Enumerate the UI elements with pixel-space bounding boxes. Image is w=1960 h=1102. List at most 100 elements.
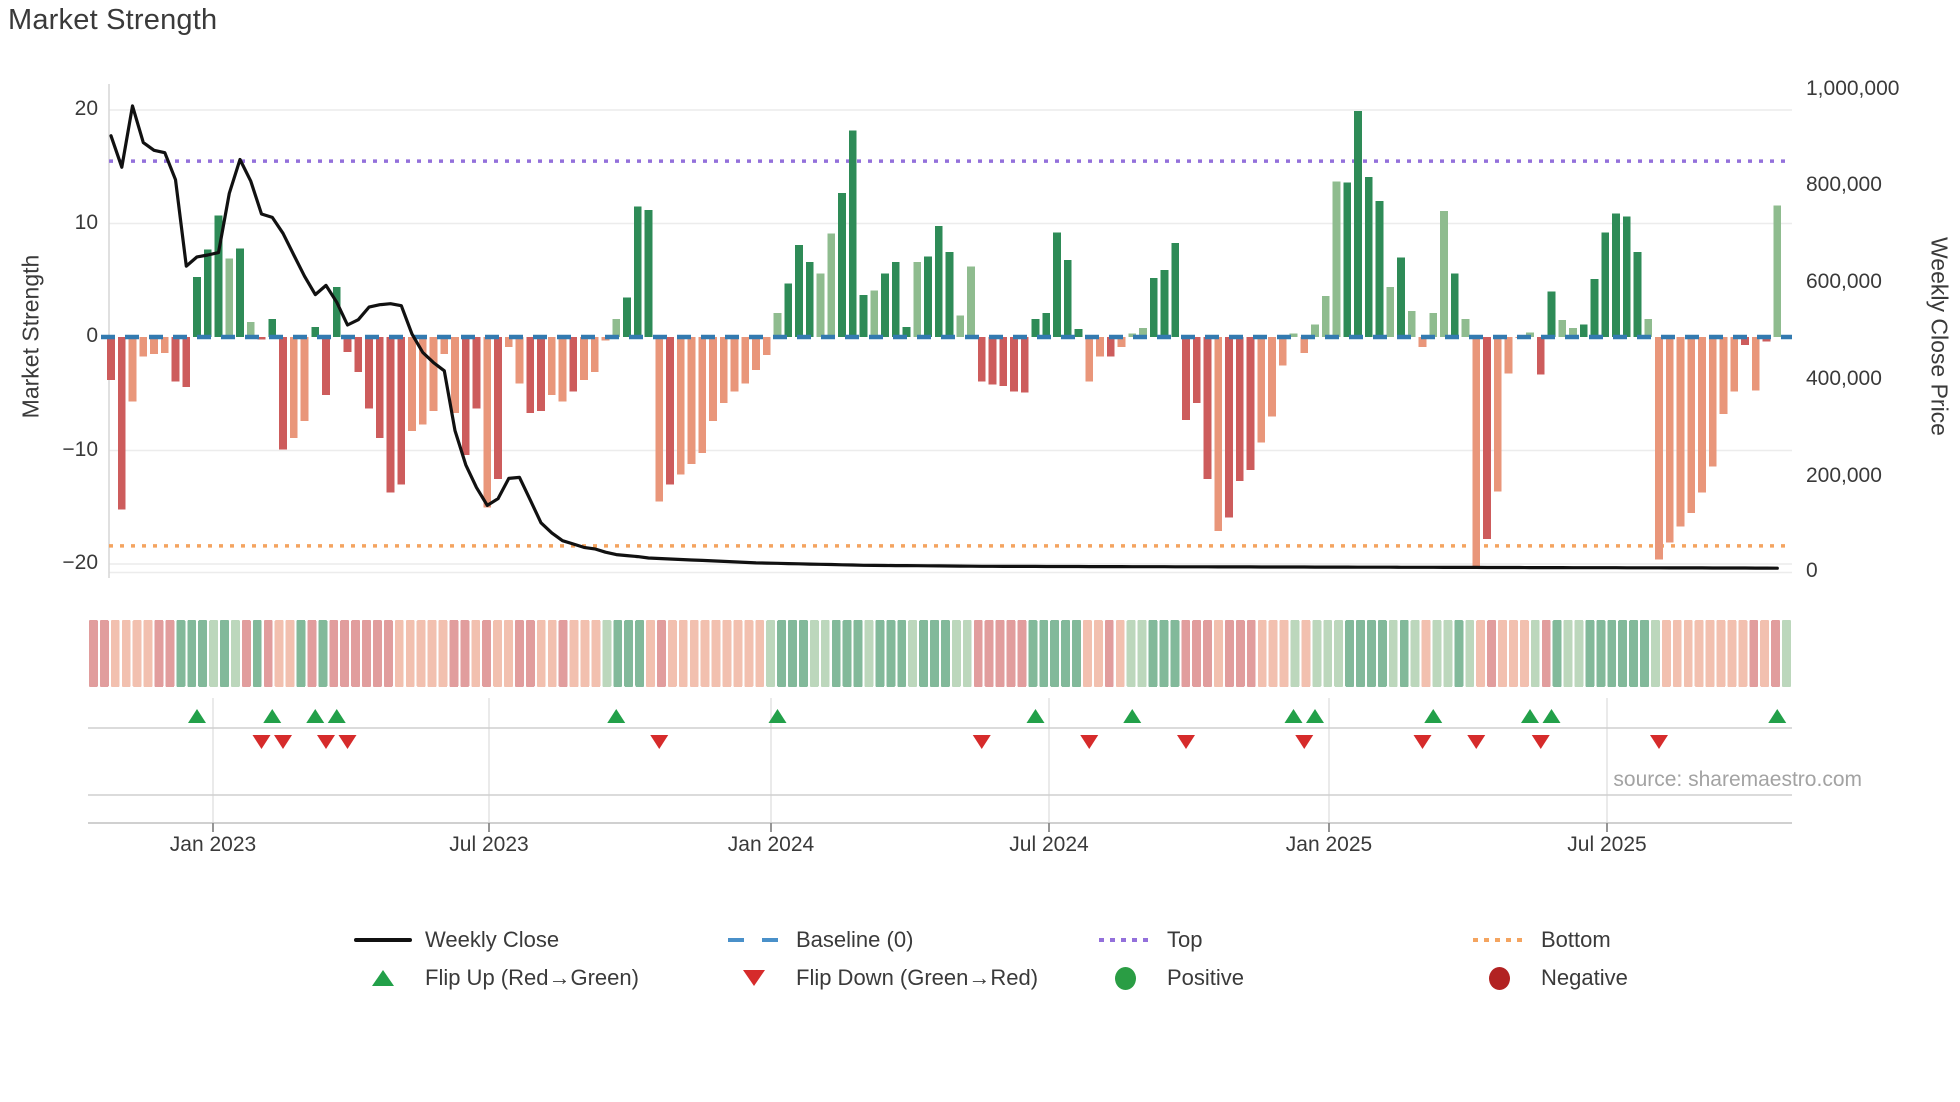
flip-up-marker: [607, 709, 626, 723]
strength-bar: [1612, 213, 1620, 337]
heatmap-cell: [536, 620, 546, 687]
heatmap-cell: [252, 620, 262, 687]
flip-up-marker: [263, 709, 282, 723]
heatmap-cell: [307, 620, 317, 687]
strength-bar: [526, 337, 535, 413]
legend-item-baseline: Baseline (0): [723, 924, 913, 956]
flip-markers-panel: [88, 698, 1792, 822]
strength-bar: [1687, 337, 1696, 513]
strength-bar: [956, 315, 965, 337]
legend-label: Baseline (0): [796, 927, 914, 952]
strength-bar: [1698, 337, 1706, 493]
strength-bar: [1590, 279, 1599, 337]
strength-bar: [741, 337, 750, 384]
heatmap-cell: [755, 620, 765, 687]
legend-row-1: Weekly Close Baseline (0) Top Bottom: [0, 924, 1960, 956]
heatmap-cell: [591, 620, 601, 687]
heatmap-cell: [1552, 620, 1562, 687]
heatmap-cell: [1214, 620, 1223, 687]
strength-bar: [225, 258, 233, 337]
heatmap-cell: [558, 620, 568, 687]
heatmap-cell: [274, 620, 284, 687]
heatmap-cell: [1017, 620, 1027, 687]
heatmap-cell: [919, 620, 929, 687]
strength-bar: [429, 337, 438, 411]
heatmap-cell: [1519, 620, 1529, 687]
strength-bar: [1107, 337, 1115, 357]
legend-item-bottom: Bottom: [1468, 924, 1611, 956]
x-tick-jan-2025: Jan 2025: [1285, 833, 1373, 856]
heatmap-cell: [515, 620, 524, 687]
heatmap-cell: [438, 620, 448, 687]
strength-bar: [171, 337, 180, 382]
strength-bar: [483, 337, 491, 508]
heatmap-cell: [362, 620, 371, 687]
strength-bar: [859, 295, 868, 337]
heatmap-cell: [580, 620, 590, 687]
strength-bar: [806, 262, 814, 337]
strength-bar: [332, 287, 341, 337]
heatmap-cell: [1072, 620, 1081, 687]
strength-bar: [150, 337, 158, 354]
strength-bar: [1623, 216, 1631, 337]
y-axis-title-right: Weekly Close Price: [1926, 237, 1953, 436]
heatmap-cell: [1640, 620, 1649, 687]
price-tick-200000: 200,000: [1806, 464, 1882, 487]
heatmap-cell: [121, 620, 131, 687]
strength-bar: [1053, 232, 1061, 337]
legend-label: Negative: [1541, 965, 1628, 990]
heatmap-cell: [1039, 620, 1049, 687]
strength-bar: [1354, 111, 1362, 337]
heatmap-cell: [1585, 620, 1595, 687]
heatmap-cell: [1651, 620, 1660, 687]
strength-bar: [655, 337, 664, 502]
heatmap-cell: [1694, 620, 1704, 687]
heatmap-cell: [110, 620, 120, 687]
heatmap-cell: [930, 620, 939, 687]
heatmap-cell: [1290, 620, 1300, 687]
strength-bar: [881, 273, 889, 337]
strength-bar: [849, 130, 857, 337]
strength-bar: [1504, 337, 1513, 374]
strength-bars-layer: [107, 111, 1782, 569]
flip-down-marker: [1295, 735, 1314, 749]
positive-dot-icon: [1094, 966, 1156, 990]
heatmap-cell: [831, 620, 841, 687]
strength-bar: [558, 337, 567, 402]
heatmap-cell: [1716, 620, 1726, 687]
flip-down-marker: [1650, 735, 1668, 749]
strength-bar: [999, 337, 1008, 386]
heatmap-cell: [1705, 620, 1715, 687]
strength-bar: [1031, 318, 1040, 337]
heatmap-cell: [547, 620, 557, 687]
strength-bar: [494, 337, 502, 479]
legend-label: Top: [1167, 927, 1203, 952]
strength-bar: [698, 337, 707, 453]
flip-up-marker: [1521, 709, 1539, 723]
strength-bar: [160, 337, 169, 353]
strength-bar: [1709, 337, 1717, 467]
strength-bar: [322, 337, 330, 395]
strength-bar: [795, 245, 803, 337]
heatmap-cell: [984, 620, 994, 687]
heatmap-cell: [460, 620, 470, 687]
strength-bar: [730, 337, 739, 392]
strength-bar: [1010, 337, 1018, 392]
strength-bar: [1074, 329, 1083, 337]
heatmap-cell: [449, 620, 459, 687]
strength-bar: [612, 318, 621, 337]
strength-bar: [687, 337, 696, 465]
flip-up-marker: [1123, 709, 1142, 723]
heatmap-cell: [1050, 620, 1060, 687]
strength-bar: [537, 337, 545, 411]
heatmap-cell: [89, 620, 98, 687]
heatmap-cell: [296, 620, 306, 687]
strength-bar: [1483, 337, 1491, 539]
heatmap-cell: [198, 620, 208, 687]
heatmap-cell: [154, 620, 164, 687]
strength-bar: [118, 337, 126, 510]
flip-up-marker: [1284, 709, 1303, 723]
heatmap-cell: [1225, 620, 1234, 687]
flip-up-marker: [1424, 709, 1443, 723]
bottom-dotted-line-icon: [1468, 938, 1530, 942]
